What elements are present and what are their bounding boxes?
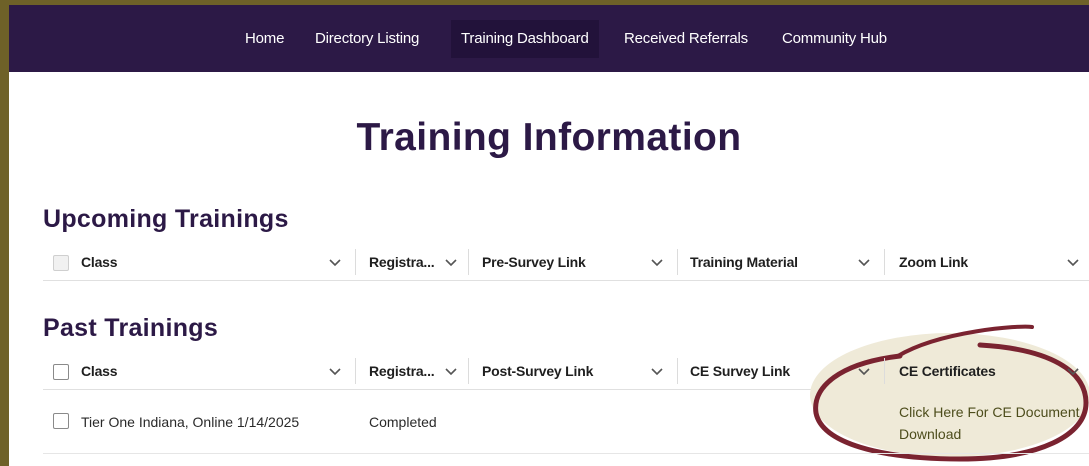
nav-item-training-dashboard[interactable]: Training Dashboard bbox=[451, 20, 599, 58]
chevron-down-icon[interactable] bbox=[856, 363, 872, 379]
upcoming-trainings-header: Class Registra... Pre-Survey Link Traini… bbox=[43, 243, 1089, 281]
past-trainings-title: Past Trainings bbox=[43, 314, 219, 342]
chevron-down-icon[interactable] bbox=[1065, 254, 1081, 270]
column-header-registration[interactable]: Registra... bbox=[369, 243, 435, 281]
column-divider bbox=[468, 249, 469, 275]
column-header-pre-survey-link[interactable]: Pre-Survey Link bbox=[482, 243, 586, 281]
nav-item-home[interactable]: Home bbox=[245, 20, 284, 58]
column-header-ce-certificates[interactable]: CE Certificates bbox=[899, 352, 996, 390]
upcoming-trainings-title: Upcoming Trainings bbox=[43, 205, 289, 233]
page-title: Training Information bbox=[356, 116, 742, 159]
row-class-name: Tier One Indiana, Online 1/14/2025 bbox=[81, 414, 300, 430]
chevron-down-icon[interactable] bbox=[1065, 363, 1081, 379]
column-header-class[interactable]: Class bbox=[81, 243, 118, 281]
column-header-zoom-link[interactable]: Zoom Link bbox=[899, 243, 968, 281]
column-header-training-material[interactable]: Training Material bbox=[690, 243, 798, 281]
nav-item-received-referrals[interactable]: Received Referrals bbox=[624, 20, 748, 58]
select-all-checkbox[interactable] bbox=[53, 255, 69, 271]
chevron-down-icon[interactable] bbox=[856, 254, 872, 270]
nav-item-directory-listing[interactable]: Directory Listing bbox=[315, 20, 419, 58]
row-checkbox[interactable] bbox=[53, 413, 69, 429]
ce-certificates-header-overlay: CE Certificates bbox=[43, 352, 1089, 390]
column-divider bbox=[677, 249, 678, 275]
window-frame-left bbox=[0, 0, 9, 466]
chevron-down-icon[interactable] bbox=[443, 254, 459, 270]
table-row: Tier One Indiana, Online 1/14/2025 Compl… bbox=[43, 392, 1089, 454]
row-registration-status: Completed bbox=[369, 414, 437, 430]
top-navbar: Home Directory Listing Training Dashboar… bbox=[9, 5, 1089, 72]
column-divider bbox=[884, 358, 885, 384]
column-divider bbox=[884, 249, 885, 275]
nav-item-community-hub[interactable]: Community Hub bbox=[782, 20, 887, 58]
column-divider bbox=[355, 249, 356, 275]
chevron-down-icon[interactable] bbox=[649, 254, 665, 270]
ce-document-download-link[interactable]: Click Here For CE Document Download bbox=[899, 401, 1089, 445]
chevron-down-icon[interactable] bbox=[327, 254, 343, 270]
